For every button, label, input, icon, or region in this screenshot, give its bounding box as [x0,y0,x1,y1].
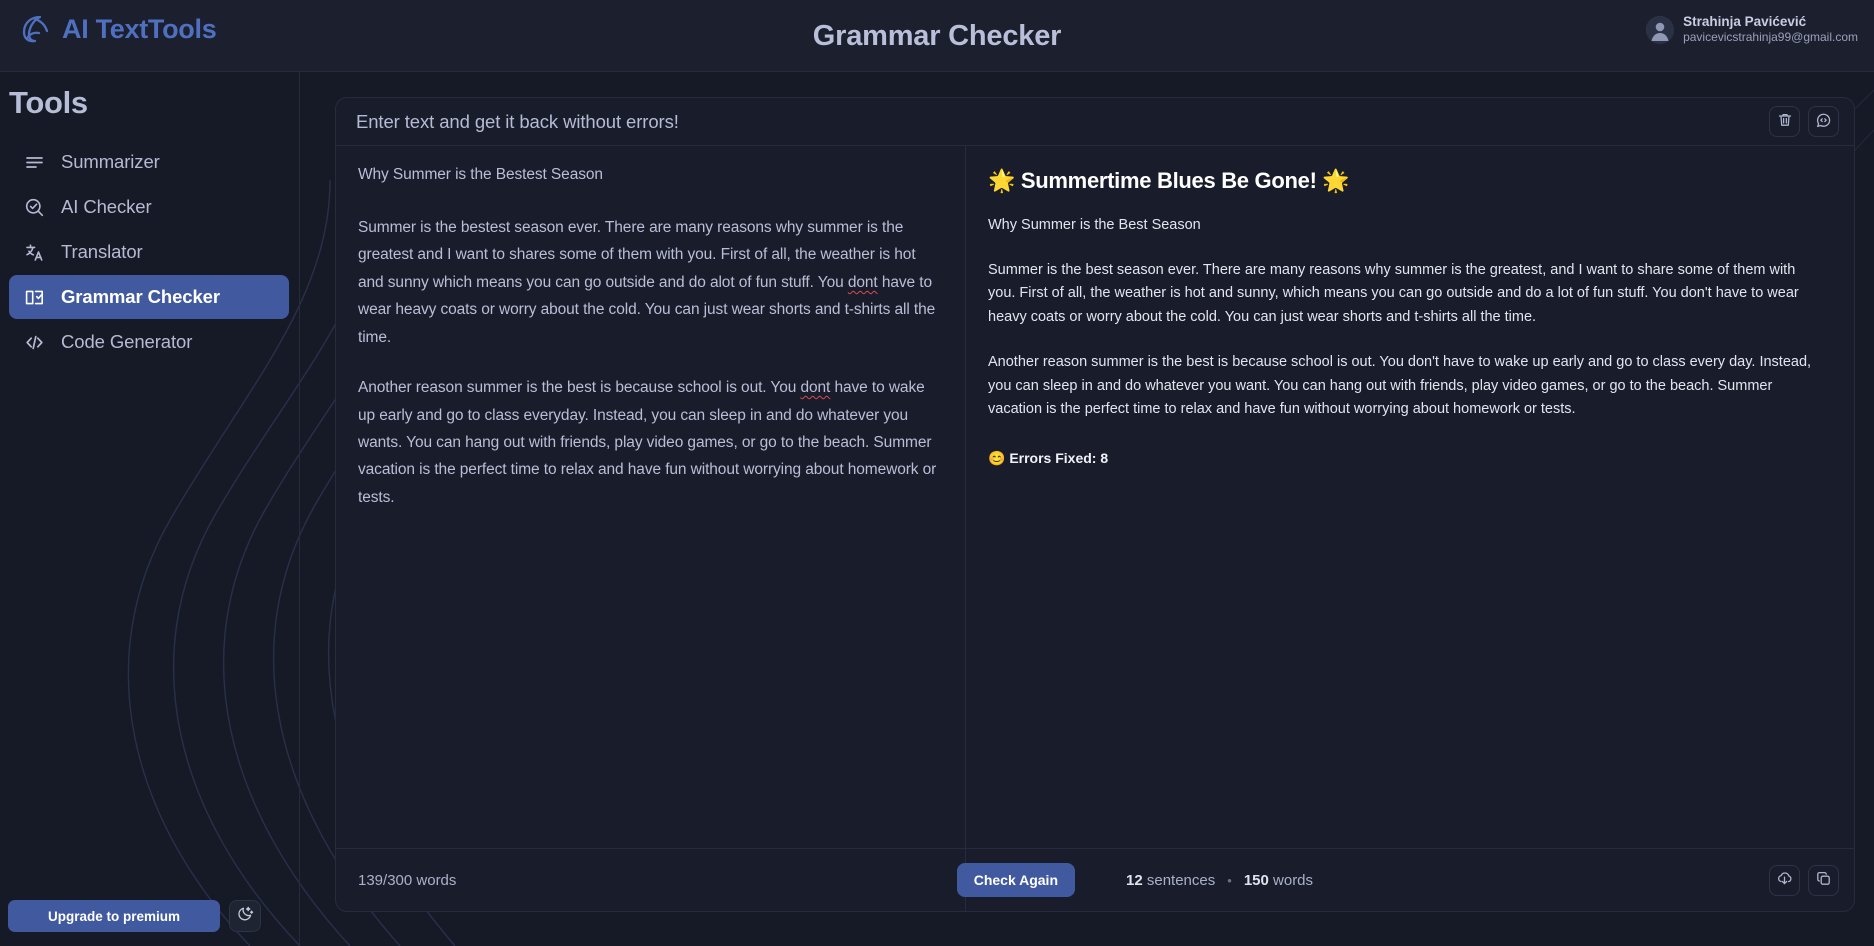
errors-fixed-badge: 😊 Errors Fixed: 8 [988,449,1109,466]
card-header-actions [1769,106,1839,137]
sentence-count: 12 [1126,872,1143,889]
page-title: Grammar Checker [812,20,1062,52]
output-heading: 🌟 Summertime Blues Be Gone! 🌟 [988,168,1350,193]
copy-button[interactable] [1808,864,1839,896]
chat-code-icon [1815,112,1832,132]
sidebar: Tools Summarizer AI Checker Translator G… [0,72,300,946]
sidebar-item-label: Translator [61,241,143,262]
word-label: words [1273,872,1314,889]
input-error-word: dont [800,379,831,397]
input-text-segment: Another reason summer is the best is bec… [358,379,801,397]
input-title: Why Summer is the Bestest Season [358,166,603,183]
sidebar-item-grammar-checker[interactable]: Grammar Checker [9,275,289,319]
list-lines-icon [23,151,45,173]
sidebar-item-code-generator[interactable]: Code Generator [9,320,289,364]
input-text-segment: Summer is the bestest season ever. There… [358,219,916,291]
sidebar-item-label: Grammar Checker [61,286,220,307]
word-stat: 150 words [1244,872,1313,889]
grammar-checker-card: Enter text and get it back without error… [335,97,1855,912]
open-book-check-icon [23,286,45,308]
sidebar-item-label: Code Generator [61,331,193,352]
top-bar: AI TextTools Grammar Checker Strahinja P… [0,0,1874,72]
download-button[interactable] [1769,864,1800,896]
output-pane: 🌟 Summertime Blues Be Gone! 🌟 Why Summer… [966,146,1854,848]
user-avatar-icon [1646,15,1675,44]
moon-stars-icon [237,905,254,927]
trash-icon [1777,112,1793,131]
feedback-button[interactable] [1808,106,1839,137]
output-title: Why Summer is the Best Season [988,217,1201,233]
sidebar-item-label: Summarizer [61,151,160,172]
sidebar-item-ai-checker[interactable]: AI Checker [9,185,289,229]
code-brackets-icon [23,331,45,353]
avatar [1646,15,1675,44]
card-footer: 139/300 words Check Again 12 sentences •… [336,848,1854,912]
card-header: Enter text and get it back without error… [336,98,1854,146]
user-email: pavicevicstrahinja99@gmail.com [1683,30,1858,45]
editor-panes: Why Summer is the Bestest Season Summer … [336,146,1854,848]
card-header-title: Enter text and get it back without error… [356,111,679,132]
translate-icon [23,241,45,263]
stat-separator: • [1227,873,1232,888]
footer-left: 139/300 words Check Again [336,848,1075,911]
footer-actions [1769,864,1839,896]
sidebar-item-label: AI Checker [61,196,152,217]
magnifier-check-icon [23,196,45,218]
sidebar-footer: Upgrade to premium [8,900,261,932]
input-pane[interactable]: Why Summer is the Bestest Season Summer … [336,146,966,848]
copy-icon [1815,870,1832,890]
sidebar-title: Tools [9,85,88,120]
user-profile[interactable]: Strahinja Pavićević pavicevicstrahinja99… [1646,14,1858,45]
input-error-word: dont [847,273,878,291]
input-text-segment: have to wake up early and go to class ev… [358,379,937,506]
output-stats: 12 sentences • 150 words [1126,872,1313,889]
sidebar-item-translator[interactable]: Translator [9,230,289,274]
word-counter: 139/300 words [358,872,457,889]
input-paragraph-2: Another reason summer is the best is bec… [358,374,940,511]
sidebar-item-summarizer[interactable]: Summarizer [9,140,289,184]
user-name: Strahinja Pavićević [1683,14,1807,29]
check-again-button[interactable]: Check Again [956,862,1075,897]
output-paragraph-1: Summer is the best season ever. There ar… [988,262,1799,325]
clear-button[interactable] [1769,106,1800,137]
footer-right: 12 sentences • 150 words [966,849,1854,912]
upgrade-to-premium-button[interactable]: Upgrade to premium [8,900,220,932]
output-paragraph-2: Another reason summer is the best is bec… [988,354,1812,418]
sentence-stat: 12 sentences [1126,872,1215,889]
word-count: 150 [1243,872,1269,889]
sentence-label: sentences [1146,872,1216,889]
sidebar-nav: Summarizer AI Checker Translator Grammar… [9,140,289,365]
cloud-download-icon [1776,870,1793,890]
theme-toggle-button[interactable] [229,900,261,932]
input-paragraph-1: Summer is the bestest season ever. There… [358,214,940,351]
